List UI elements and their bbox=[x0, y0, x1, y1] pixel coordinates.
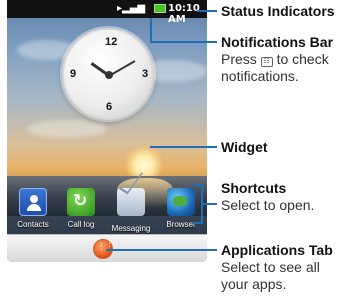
callout-description: Press ☷ to check notifications. bbox=[221, 51, 329, 84]
status-time: 10:10 AM bbox=[168, 3, 200, 25]
callout-bracket-shortcuts bbox=[193, 184, 203, 224]
shortcut-call-log[interactable]: Call log bbox=[57, 188, 105, 229]
callout-notifications-bar: Notifications Bar Press ☷ to check notif… bbox=[221, 34, 350, 85]
callout-applications-tab: Applications Tab Select to see all your … bbox=[221, 242, 347, 293]
callout-shortcuts: Shortcuts Select to open. bbox=[221, 180, 314, 214]
callout-line-widget bbox=[150, 146, 217, 148]
clock-number: 3 bbox=[142, 68, 149, 80]
shortcuts-row: Contacts Call log Messaging Browser bbox=[7, 188, 207, 234]
shortcut-label: Contacts bbox=[17, 220, 49, 229]
clock-number: 12 bbox=[105, 36, 118, 48]
callout-description: Select to open. bbox=[221, 197, 315, 213]
callout-title: Widget bbox=[221, 139, 268, 155]
shortcut-messaging[interactable]: Messaging bbox=[107, 188, 155, 233]
status-bar[interactable]: ▸▂▄▆ 10:10 AM bbox=[7, 0, 207, 25]
callout-title: Notifications Bar bbox=[221, 34, 334, 50]
messaging-icon bbox=[117, 188, 145, 216]
shortcut-contacts[interactable]: Contacts bbox=[9, 188, 57, 229]
shortcut-label: Messaging bbox=[111, 224, 151, 233]
clock-widget[interactable]: 12 3 6 9 bbox=[62, 28, 154, 120]
browser-icon bbox=[167, 188, 195, 216]
home-screen: ▸▂▄▆ 10:10 AM 12 3 6 9 Contacts Call log… bbox=[7, 0, 207, 262]
menu-key-icon: ☷ bbox=[260, 57, 273, 67]
call-log-icon bbox=[67, 188, 95, 216]
callout-widget: Widget bbox=[221, 139, 268, 156]
app-tray bbox=[7, 234, 207, 262]
callout-line-status bbox=[197, 10, 217, 12]
callout-title: Shortcuts bbox=[221, 180, 287, 196]
callout-line-apps bbox=[106, 249, 217, 251]
callout-title: Status Indicators bbox=[221, 3, 335, 19]
callout-status-indicators: Status Indicators bbox=[221, 3, 335, 20]
contacts-icon bbox=[19, 188, 47, 216]
battery-icon bbox=[154, 4, 166, 13]
callout-description: Select to see all your apps. bbox=[221, 259, 320, 292]
shortcut-label: Call log bbox=[67, 220, 95, 229]
signal-bars-icon: ▂▄▆ bbox=[122, 3, 146, 14]
callout-line-notifications bbox=[150, 18, 152, 42]
clock-number: 6 bbox=[106, 101, 113, 113]
callout-title: Applications Tab bbox=[221, 242, 333, 258]
clock-hub bbox=[105, 71, 113, 79]
clock-number: 9 bbox=[70, 68, 77, 80]
